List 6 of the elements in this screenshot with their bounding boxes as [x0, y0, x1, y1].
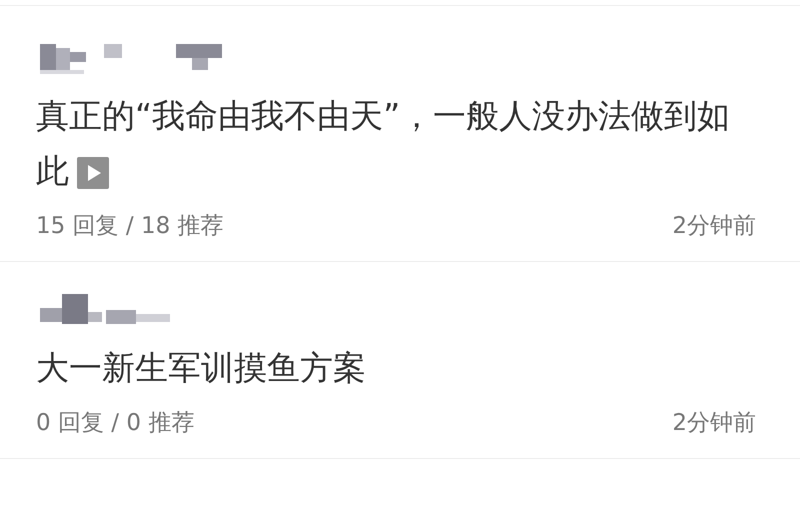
- post-time: 2分钟前: [672, 212, 756, 241]
- reply-recommend-count: 0 回复 / 0 推荐: [36, 409, 194, 438]
- post-title[interactable]: 真正的“我命由我不由天”，一般人没办法做到如此: [36, 88, 740, 198]
- reply-recommend-count: 15 回复 / 18 推荐: [36, 212, 224, 241]
- post-title[interactable]: 大一新生军训摸鱼方案: [36, 340, 740, 395]
- post-time: 2分钟前: [672, 409, 756, 438]
